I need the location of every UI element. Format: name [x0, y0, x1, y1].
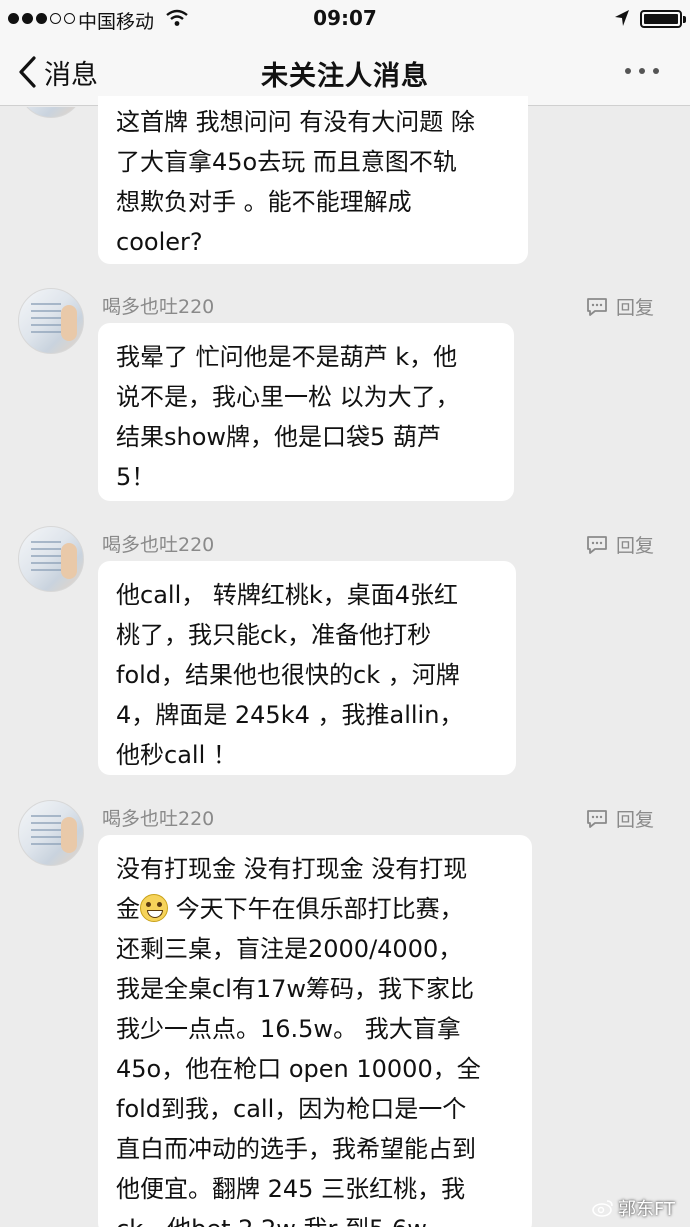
- comment-icon: [587, 809, 607, 828]
- message-bubble: 他call， 转牌红桃k，桌面4张红 桃了，我只能ck，准备他打秒 fold，结…: [98, 561, 516, 775]
- message-text: fold到我，call，因为枪口是一个: [116, 1095, 467, 1123]
- page-title: 未关注人消息: [261, 61, 429, 92]
- watermark-text: 郭东FT: [618, 1199, 676, 1220]
- reply-button[interactable]: 回复: [586, 805, 654, 832]
- avatar[interactable]: [18, 800, 84, 866]
- message-text: 了大盲拿45o去玩 而且意图不轨: [116, 148, 457, 176]
- reply-button[interactable]: 回复: [586, 531, 654, 558]
- reply-button[interactable]: 回复: [586, 293, 654, 320]
- message-bubble: 我晕了 忙问他是不是葫芦 k，他 说不是，我心里一松 以为大了， 结果show牌…: [98, 323, 514, 501]
- reply-label: 回复: [616, 535, 655, 557]
- more-dot-icon: [653, 68, 659, 74]
- message-text: cooler?: [116, 228, 203, 256]
- message-text: 5！: [116, 463, 156, 491]
- grin-emoji-icon: [140, 894, 168, 922]
- message-text: 桃了，我只能ck，准备他打秒: [116, 621, 432, 649]
- comment-icon: [587, 535, 607, 554]
- message-text: 金: [116, 895, 140, 923]
- weibo-watermark: 郭东FT: [592, 1195, 675, 1221]
- message-text: 这首牌 我想问问 有没有大问题 除: [116, 108, 475, 136]
- sender-name[interactable]: 喝多也吐220: [102, 530, 214, 557]
- sender-name[interactable]: 喝多也吐220: [102, 804, 214, 831]
- more-options-button[interactable]: [625, 68, 659, 74]
- comment-icon: [587, 297, 607, 316]
- message-text: 他秒call ！: [116, 741, 237, 769]
- message-text: ck，他bet 2.2w 我r 到5.6w: [116, 1209, 514, 1227]
- message-text: fold，结果他也很快的ck ，河牌: [116, 661, 460, 689]
- message-text: 说不是，我心里一松 以为大了，: [116, 383, 460, 411]
- avatar[interactable]: [18, 526, 84, 592]
- message-text: 直白而冲动的选手，我希望能占到: [116, 1135, 476, 1163]
- battery-icon: [640, 10, 686, 28]
- message-text: 金 今天下午在俱乐部打比赛，: [116, 889, 514, 929]
- sender-name[interactable]: 喝多也吐220: [102, 292, 214, 319]
- message-text: 45o，他在枪口 open 10000，全: [116, 1055, 481, 1083]
- reply-label: 回复: [616, 809, 655, 831]
- status-time: 09:07: [313, 6, 377, 30]
- message-text: 我少一点点。16.5w。 我大盲拿: [116, 1015, 461, 1043]
- avatar[interactable]: [18, 288, 84, 354]
- message-text: 我晕了 忙问他是不是葫芦 k，他: [116, 343, 458, 371]
- message-bubble: 这首牌 我想问问 有没有大问题 除 了大盲拿45o去玩 而且意图不轨 想欺负对手…: [98, 96, 528, 264]
- message-bubble: 没有打现金 没有打现金 没有打现 金 今天下午在俱乐部打比赛， 还剩三桌，盲注是…: [98, 835, 532, 1227]
- location-arrow-icon: [615, 10, 629, 26]
- message-text: 还剩三桌，盲注是2000/4000，: [116, 935, 463, 963]
- message-text: 想欺负对手 。能不能理解成: [116, 188, 412, 216]
- message-text: 我是全桌cl有17w筹码，我下家比: [116, 975, 475, 1003]
- message-text: 结果show牌，他是口袋5 葫芦: [116, 423, 441, 451]
- weibo-logo-icon: [592, 1200, 613, 1217]
- message-text: 他call， 转牌红桃k，桌面4张红: [116, 581, 459, 609]
- message-text: 4，牌面是 245k4 ，我推allin，: [116, 701, 464, 729]
- reply-label: 回复: [616, 297, 655, 319]
- message-text: 没有打现金 没有打现金 没有打现: [116, 855, 468, 883]
- status-bar: 中国移动 09:07: [0, 0, 690, 38]
- message-text: 他便宜。翻牌 245 三张红桃，我: [116, 1175, 466, 1203]
- more-dot-icon: [625, 68, 631, 74]
- message-text: 今天下午在俱乐部打比赛，: [168, 895, 464, 923]
- more-dot-icon: [639, 68, 645, 74]
